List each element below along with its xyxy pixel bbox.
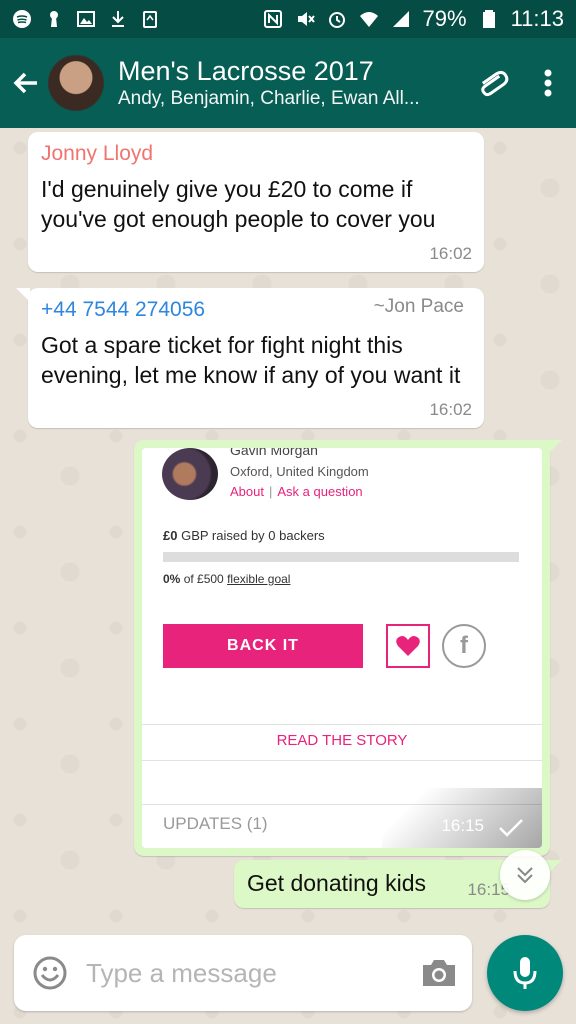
chat-title: Men's Lacrosse 2017	[118, 56, 374, 86]
voice-record-button[interactable]	[487, 935, 563, 1011]
status-right-icons: 79% 11:13	[263, 6, 564, 32]
message-bubble[interactable]: Jonny Lloyd I'd genuinely give you £20 t…	[28, 132, 484, 272]
attach-button[interactable]	[464, 53, 520, 113]
group-avatar[interactable]	[48, 55, 104, 111]
divider	[142, 760, 542, 761]
back-it-button[interactable]: BACK IT	[163, 624, 363, 668]
campaigner-name: Gavin Morgan	[230, 448, 318, 458]
clock: 11:13	[510, 6, 564, 31]
camera-icon	[423, 960, 455, 986]
sender-alias: ~Jon Pace	[373, 296, 464, 317]
emoji-icon	[33, 956, 67, 990]
chat-info[interactable]: Men's Lacrosse 2017 Andy, Benjamin, Char…	[118, 55, 464, 111]
updates-tab[interactable]: UPDATES (1)	[163, 814, 268, 834]
campaigner-location: Oxford, United Kingdom	[230, 464, 369, 479]
about-link[interactable]: About	[230, 484, 264, 499]
goal-percent: 0%	[163, 572, 181, 586]
battery-percent: 79%	[422, 6, 467, 31]
favorite-button[interactable]	[386, 624, 430, 668]
wifi-icon	[359, 9, 379, 29]
spotify-icon	[12, 9, 32, 29]
emoji-button[interactable]	[32, 953, 68, 993]
scroll-to-bottom-button[interactable]	[500, 850, 550, 900]
chat-header: Men's Lacrosse 2017 Andy, Benjamin, Char…	[0, 38, 576, 128]
heart-icon	[396, 636, 420, 656]
back-button[interactable]	[4, 53, 48, 113]
read-check-icon	[499, 819, 523, 837]
more-options-button[interactable]	[520, 53, 576, 113]
message-time: 16:02	[429, 400, 472, 419]
message-time: 16:02	[429, 244, 472, 263]
campaigner-avatar	[162, 448, 218, 500]
back-arrow-icon	[13, 72, 37, 94]
mute-icon	[295, 9, 315, 29]
raised-amount: £0	[163, 528, 178, 543]
image-icon	[76, 9, 96, 29]
message-sender[interactable]: +44 7544 274056	[41, 296, 205, 324]
keyhole-icon	[44, 9, 64, 29]
facebook-share-button[interactable]: f	[442, 624, 486, 668]
recycle-icon	[140, 9, 160, 29]
read-story-link[interactable]: READ THE STORY	[142, 732, 542, 749]
message-time: 16:15	[441, 816, 484, 835]
nfc-icon	[263, 9, 283, 29]
message-text: I'd genuinely give you £20 to come if yo…	[41, 176, 436, 232]
goal-of: of £500	[183, 572, 224, 586]
campaigner-links: About | Ask a question	[230, 484, 363, 499]
status-bar: 79% 11:13	[0, 0, 576, 38]
funding-progress-bar	[163, 552, 519, 562]
message-input[interactable]	[86, 948, 421, 998]
double-chevron-down-icon	[517, 867, 533, 884]
more-vert-icon	[544, 69, 552, 97]
ask-question-link[interactable]: Ask a question	[277, 484, 362, 499]
status-left-icons	[12, 9, 160, 29]
goal-type-link[interactable]: flexible goal	[227, 572, 290, 586]
crowdfunding-card[interactable]: Gavin Morgan Oxford, United Kingdom Abou…	[142, 448, 542, 848]
alarm-icon	[327, 9, 347, 29]
message-composer	[14, 935, 472, 1011]
divider	[142, 724, 542, 725]
message-text: Get donating kids	[247, 870, 427, 896]
chat-participants: Andy, Benjamin, Charlie, Ewan All...	[118, 88, 420, 109]
download-icon	[108, 9, 128, 29]
goal-summary: 0% of £500 flexible goal	[163, 572, 290, 586]
microphone-icon	[513, 957, 537, 989]
message-sender[interactable]: Jonny Lloyd	[41, 140, 153, 168]
paperclip-icon	[481, 70, 509, 97]
battery-icon	[479, 9, 499, 29]
facebook-icon: f	[460, 632, 468, 659]
message-text: Got a spare ticket for fight night this …	[41, 332, 461, 388]
message-bubble[interactable]: +44 7544 274056 ~Jon Pace Got a spare ti…	[16, 288, 484, 428]
raised-summary: £0 GBP raised by 0 backers	[163, 528, 325, 543]
camera-button[interactable]	[421, 951, 457, 995]
link-separator: |	[268, 484, 273, 499]
signal-icon	[391, 9, 411, 29]
raised-text: GBP raised by 0 backers	[181, 528, 325, 543]
